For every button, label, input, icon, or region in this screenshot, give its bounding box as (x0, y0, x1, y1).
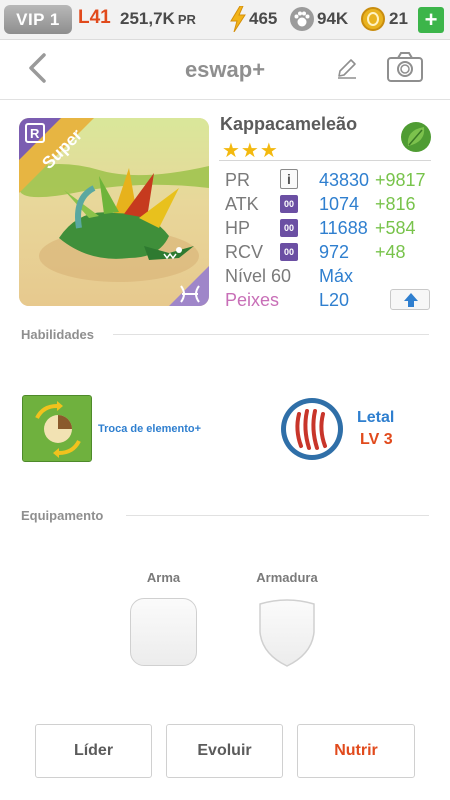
creature-art: Super R (19, 118, 209, 306)
level-label: Nível 60 (225, 266, 292, 286)
stat-label: PR (225, 170, 251, 190)
stats-panel: PR i 43830 +9817 ATK 00 1074 +816 HP 00 … (225, 168, 435, 312)
add-coins-button[interactable]: + (418, 7, 444, 33)
stat-row-element: Peixes L20 (225, 288, 435, 312)
stat-value: 972 (319, 242, 350, 262)
player-power-unit: PR (177, 12, 196, 27)
leader-button[interactable]: Líder (35, 724, 152, 778)
leaf-icon (401, 122, 431, 152)
abilities-divider (113, 334, 429, 335)
stat-row-atk: ATK 00 1074 +816 (225, 192, 435, 216)
abilities-title: Habilidades (21, 327, 94, 342)
status-bar: VIP 1 L41 251,7K PR 465 94K 21 + (0, 0, 450, 40)
page-title: eswap+ (184, 57, 266, 82)
player-level: L41 (78, 7, 111, 28)
stat-rank-badge: 00 (280, 195, 298, 213)
stat-value: 1074 (319, 194, 360, 214)
arrow-up-icon (404, 293, 418, 307)
food-count: 94K (317, 9, 349, 28)
food-paw-icon (290, 7, 314, 31)
armor-slot[interactable] (254, 598, 320, 668)
active-skill-name[interactable]: Troca de elemento+ (98, 423, 201, 435)
coin-icon (361, 7, 385, 31)
feed-button[interactable]: Nutrir (297, 724, 415, 778)
rarity-letter: R (30, 126, 40, 141)
stat-label: ATK (225, 194, 259, 214)
stat-row-rcv: RCV 00 972 +48 (225, 240, 435, 264)
level-value: Máx (319, 266, 354, 286)
player-power-value: 251,7K (120, 9, 175, 28)
evolve-button[interactable]: Evoluir (166, 724, 283, 778)
active-skill-icon[interactable] (22, 395, 92, 462)
stat-label: HP (225, 218, 251, 238)
stat-rank-badge: 00 (280, 219, 298, 237)
title-bar: eswap+ (0, 40, 450, 100)
creature-name: Kappacameleão (220, 114, 358, 134)
energy-bolt-icon (230, 6, 246, 32)
info-icon[interactable]: i (280, 169, 298, 189)
stat-bonus: +9817 (375, 170, 426, 190)
equipment-title: Equipamento (21, 508, 104, 523)
equipment-divider (126, 515, 429, 516)
claw-icon[interactable] (279, 396, 345, 462)
stat-bonus: +48 (375, 242, 406, 262)
weapon-label: Arma (146, 570, 181, 585)
passive-skill-level: LV 3 (360, 431, 393, 448)
stat-bonus: +816 (375, 194, 416, 214)
stat-row-pr: PR i 43830 +9817 (225, 168, 435, 192)
element-swap-icon (23, 396, 91, 461)
element-level: L20 (319, 290, 350, 310)
stat-value: 11688 (319, 218, 368, 238)
energy-count: 465 (249, 9, 278, 28)
edit-pencil-icon[interactable] (334, 55, 360, 81)
stat-row-hp: HP 00 11688 +584 (225, 216, 435, 240)
stat-label: RCV (225, 242, 264, 262)
vip-badge[interactable]: VIP 1 (4, 5, 72, 34)
weapon-slot[interactable] (130, 598, 197, 666)
player-power: 251,7K PR (120, 9, 196, 29)
stat-row-level: Nível 60 Máx (225, 264, 435, 288)
camera-icon[interactable] (386, 51, 424, 83)
creature-portrait[interactable]: Super R (19, 118, 209, 306)
passive-skill-name: Letal (357, 409, 395, 426)
creature-detail-screen: VIP 1 L41 251,7KPR 465 94K 21 + eswap+ (0, 0, 450, 800)
name-divider (219, 160, 431, 161)
coin-count: 21 (389, 9, 408, 28)
stat-value: 43830 (319, 170, 370, 190)
stat-bonus: +584 (375, 218, 416, 238)
element-label: Peixes (225, 290, 280, 310)
armor-label: Armadura (256, 570, 318, 585)
stat-rank-badge: 00 (280, 243, 298, 261)
upgrade-element-button[interactable] (390, 289, 430, 310)
